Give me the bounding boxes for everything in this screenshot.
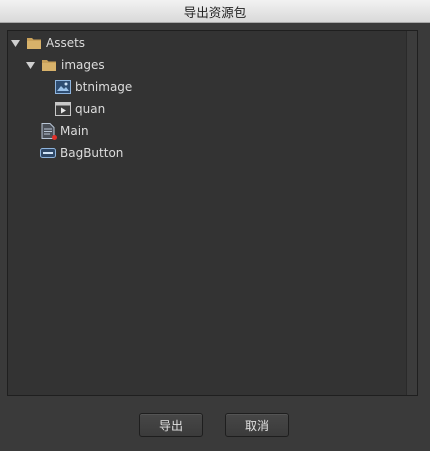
tree-item-label: images (61, 58, 105, 72)
export-button-label: 导出 (158, 418, 183, 433)
red-marker-icon (52, 135, 57, 140)
asset-tree[interactable]: Assets images btnimage quan Main BagButt… (7, 30, 418, 396)
title-bar: 导出资源包 (0, 0, 430, 23)
button-component-icon (40, 145, 56, 161)
tree-item-label: Assets (46, 36, 86, 50)
tree-item-btnimage[interactable]: btnimage (55, 77, 132, 97)
cancel-button[interactable]: 取消 (225, 413, 289, 437)
tree-item-assets[interactable]: Assets (10, 33, 85, 53)
export-button[interactable]: 导出 (139, 413, 203, 437)
export-package-dialog: 导出资源包 Assets images btnimage quan Main B… (0, 0, 430, 451)
tree-item-images[interactable]: images (25, 55, 105, 75)
expand-arrow-icon[interactable] (25, 60, 35, 70)
image-icon (55, 79, 71, 95)
expand-arrow-icon[interactable] (10, 38, 20, 48)
folder-icon (26, 35, 42, 51)
movieclip-icon (55, 101, 71, 117)
tree-item-label: quan (75, 102, 106, 116)
folder-icon (41, 57, 57, 73)
tree-item-main[interactable]: Main (40, 121, 89, 141)
tree-item-bagbutton[interactable]: BagButton (40, 143, 123, 163)
tree-item-label: BagButton (60, 146, 124, 160)
tree-item-label: Main (60, 124, 89, 138)
tree-item-label: btnimage (75, 80, 133, 94)
cancel-button-label: 取消 (244, 418, 269, 433)
tree-item-quan[interactable]: quan (55, 99, 105, 119)
component-document-icon (40, 123, 57, 140)
vertical-scrollbar[interactable] (406, 31, 417, 395)
window-title: 导出资源包 (183, 4, 247, 20)
